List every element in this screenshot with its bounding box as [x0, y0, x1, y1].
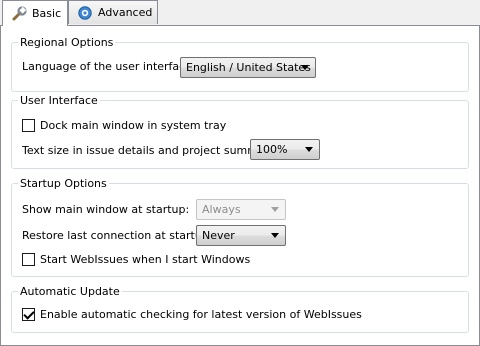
chevron-down-icon [271, 207, 279, 212]
chevron-down-icon [271, 233, 279, 238]
show-window-row: Show main window at startup: [22, 203, 189, 216]
update-checkbox[interactable] [22, 308, 35, 321]
automatic-update-title: Automatic Update [18, 284, 122, 300]
user-interface-title: User Interface [18, 93, 100, 109]
regional-options-group: Regional Options Language of the user in… [11, 35, 469, 92]
tab-advanced[interactable]: Advanced [68, 0, 158, 24]
text-size-select[interactable]: 100% [250, 139, 320, 160]
tab-basic[interactable]: Basic [2, 0, 68, 26]
dock-checkbox-row[interactable]: Dock main window in system tray [22, 119, 226, 132]
show-window-select-value: Always [202, 203, 241, 216]
show-window-label: Show main window at startup: [22, 203, 190, 216]
startup-options-title: Startup Options [18, 176, 109, 192]
update-checkbox-label[interactable]: Enable automatic checking for latest ver… [40, 308, 362, 321]
text-size-label: Text size in issue details and project s… [22, 144, 279, 157]
tab-basic-label: Basic [32, 7, 62, 20]
automatic-update-group: Automatic Update Enable automatic checki… [11, 284, 469, 333]
regional-options-title: Regional Options [18, 35, 116, 51]
tab-panel-basic: Regional Options Language of the user in… [0, 25, 480, 346]
user-interface-group: User Interface Dock main window in syste… [11, 93, 469, 169]
gear-icon [77, 5, 93, 21]
chevron-down-icon [301, 65, 309, 70]
language-select-value: English / United States [186, 61, 311, 74]
dock-checkbox[interactable] [22, 119, 35, 132]
autostart-checkbox-row[interactable]: Start WebIssues when I start Windows [22, 253, 250, 266]
restore-connection-select[interactable]: Never [196, 225, 286, 246]
show-window-select[interactable]: Always [196, 199, 286, 220]
chevron-down-icon [305, 147, 313, 152]
dock-checkbox-label[interactable]: Dock main window in system tray [40, 119, 226, 132]
tab-advanced-label: Advanced [98, 6, 153, 19]
autostart-checkbox-label[interactable]: Start WebIssues when I start Windows [40, 253, 250, 266]
autostart-checkbox[interactable] [22, 253, 35, 266]
language-select[interactable]: English / United States [180, 57, 316, 78]
startup-options-group: Startup Options Show main window at star… [11, 176, 469, 277]
restore-connection-select-value: Never [202, 229, 235, 242]
wrench-icon [11, 5, 27, 22]
language-label: Language of the user interface: [22, 60, 196, 73]
text-size-row: Text size in issue details and project s… [22, 144, 279, 157]
restore-connection-label: Restore last connection at startup: [22, 229, 213, 242]
update-checkbox-row[interactable]: Enable automatic checking for latest ver… [22, 308, 362, 321]
text-size-select-value: 100% [256, 143, 288, 156]
restore-connection-row: Restore last connection at startup: [22, 229, 213, 242]
language-row: Language of the user interface: [22, 60, 196, 73]
